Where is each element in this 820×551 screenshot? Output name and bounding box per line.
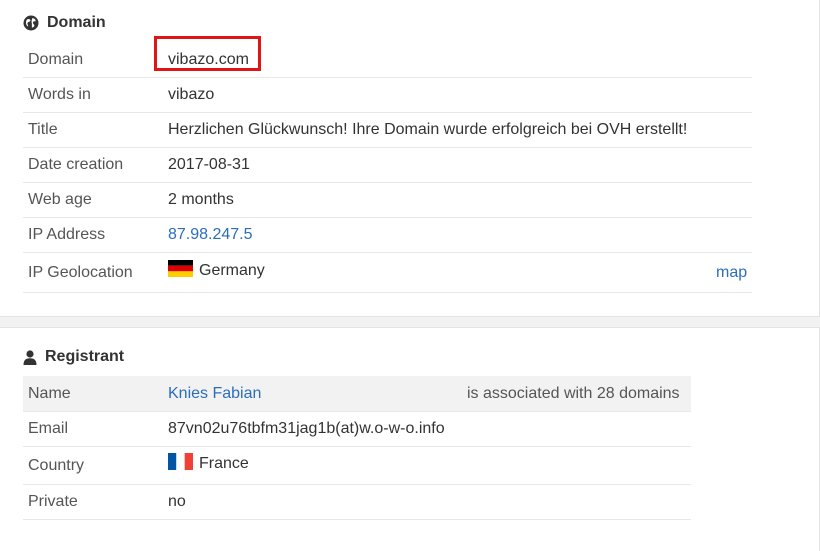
domain-section-header: Domain (23, 14, 106, 32)
registrant-name-link[interactable]: Knies Fabian (168, 376, 261, 411)
row-words-in: Words in vibazo (23, 77, 752, 113)
ip-address-label: IP Address (28, 226, 106, 243)
ip-geolocation-label: IP Geolocation (28, 264, 133, 281)
germany-flag-icon (168, 254, 193, 277)
map-link[interactable]: map (716, 252, 747, 294)
domain-panel: Domain Domain vibazo.com Words in vibazo… (0, 0, 820, 317)
name-label: Name (28, 385, 71, 402)
globe-icon (23, 15, 39, 31)
country-label: Country (28, 457, 85, 474)
associated-domains-note: is associated with 28 domains (467, 385, 680, 402)
email-value: 87vn02u76tbfm31jag1b(at)w.o-w-o.info (168, 420, 445, 437)
row-domain: Domain vibazo.com (23, 36, 752, 78)
user-icon (23, 349, 37, 365)
row-name: Name Knies Fabian is associated with 28 … (23, 376, 691, 412)
web-age-label: Web age (28, 191, 92, 208)
date-creation-label: Date creation (28, 156, 124, 173)
row-ip-address: IP Address 87.98.247.5 (23, 217, 752, 253)
row-country: Country France (23, 446, 691, 485)
ip-geolocation-country: Germany (199, 262, 265, 279)
date-creation-value: 2017-08-31 (168, 156, 250, 173)
web-age-value: 2 months (168, 191, 234, 208)
title-label: Title (28, 121, 58, 138)
ip-geolocation-value: Germany (168, 252, 265, 290)
france-flag-icon (168, 448, 193, 470)
country-value: France (168, 446, 249, 482)
country-name: France (199, 455, 249, 472)
words-in-label: Words in (28, 86, 91, 103)
row-web-age: Web age 2 months (23, 182, 752, 218)
private-value: no (168, 493, 186, 510)
registrant-panel: Registrant Name Knies Fabian is associat… (0, 327, 820, 551)
title-value: Herzlichen Glückwunsch! Ihre Domain wurd… (168, 121, 688, 138)
row-email: Email 87vn02u76tbfm31jag1b(at)w.o-w-o.in… (23, 411, 691, 447)
domain-highlight-box (154, 36, 261, 71)
row-ip-geolocation: IP Geolocation Germany map (23, 252, 752, 293)
registrant-section-title: Registrant (45, 348, 125, 365)
registrant-section-header: Registrant (23, 348, 124, 366)
domain-section-title: Domain (47, 14, 106, 31)
words-in-value: vibazo (168, 86, 215, 103)
ip-address-link[interactable]: 87.98.247.5 (168, 217, 253, 252)
email-label: Email (28, 420, 69, 437)
row-date-creation: Date creation 2017-08-31 (23, 147, 752, 183)
row-title: Title Herzlichen Glückwunsch! Ihre Domai… (23, 112, 752, 148)
private-label: Private (28, 493, 78, 510)
domain-label: Domain (28, 51, 84, 68)
row-private: Private no (23, 484, 691, 520)
